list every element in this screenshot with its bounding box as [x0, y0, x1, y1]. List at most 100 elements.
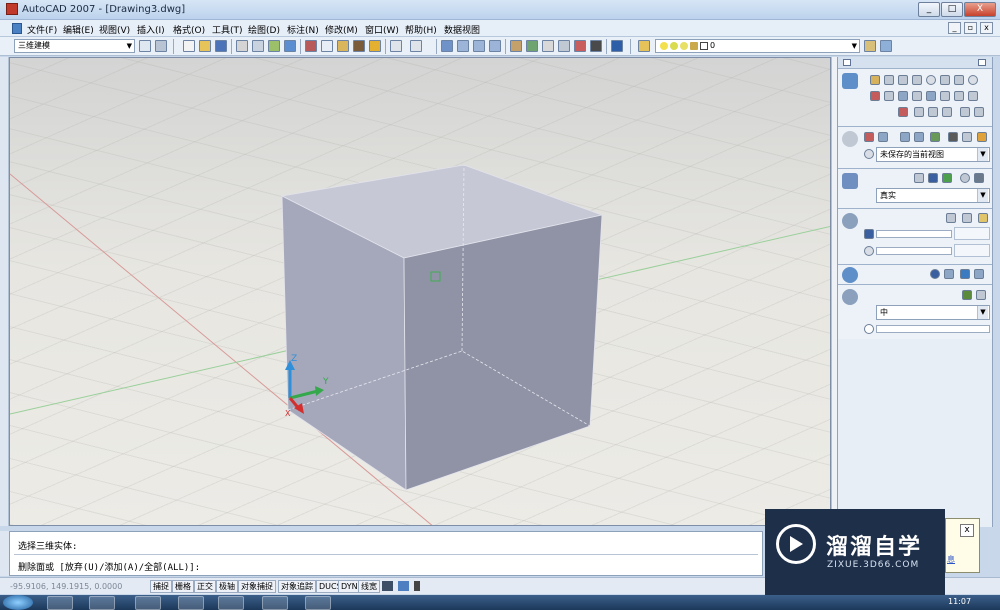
free-orbit-icon[interactable] — [914, 132, 924, 142]
interfere-icon[interactable] — [928, 107, 938, 117]
sphere-icon[interactable] — [926, 75, 936, 85]
copy-icon[interactable] — [321, 40, 333, 52]
lighting-icon[interactable] — [842, 213, 858, 229]
box-icon[interactable] — [870, 75, 880, 85]
palette-menu-icon[interactable] — [843, 59, 851, 66]
workspace-dropdown[interactable]: 三维建模 ▼ — [14, 39, 135, 53]
otrack-toggle[interactable]: 对象追踪 — [278, 580, 316, 593]
tool-palettes-icon[interactable] — [542, 40, 554, 52]
material-manager-icon[interactable] — [974, 269, 984, 279]
visual-style-manager-icon[interactable] — [974, 173, 984, 183]
3d-make-icon[interactable] — [842, 73, 858, 89]
command-prompt-line[interactable]: 删除面或 [放弃(U)/添加(A)/全部(ALL)]: — [18, 560, 200, 573]
save-icon[interactable] — [215, 40, 227, 52]
visual-styles-icon[interactable] — [842, 173, 858, 189]
taskbar-clock[interactable]: 11:07 — [948, 597, 971, 606]
layout-icon[interactable] — [398, 581, 409, 591]
doc-minimize-button[interactable]: _ — [948, 22, 961, 34]
section-plane-icon[interactable] — [898, 107, 908, 117]
properties-icon[interactable] — [510, 40, 522, 52]
coordinate-readout[interactable]: -95.9106, 149.1915, 0.0000 — [10, 582, 122, 591]
sweep-icon[interactable] — [912, 91, 922, 101]
hidden-icon[interactable] — [928, 173, 938, 183]
pan-3d-icon[interactable] — [864, 132, 874, 142]
status-tray-icon[interactable] — [414, 581, 420, 591]
3d-navigate-icon[interactable] — [842, 131, 858, 147]
camera-icon[interactable] — [948, 132, 958, 142]
grid-toggle[interactable]: 栅格 — [172, 580, 194, 593]
new-icon[interactable] — [183, 40, 195, 52]
taskbar-autocad-icon[interactable] — [262, 596, 288, 610]
pan-icon[interactable] — [441, 40, 453, 52]
snap-toggle[interactable]: 捕捉 — [150, 580, 172, 593]
loft-icon[interactable] — [926, 91, 936, 101]
doc-restore-button[interactable]: ▫ — [964, 22, 977, 34]
render-size-slider[interactable] — [876, 325, 990, 333]
cone-icon[interactable] — [912, 75, 922, 85]
torus-icon[interactable] — [968, 75, 978, 85]
menu-file[interactable]: 文件(F) — [27, 23, 57, 36]
drawing-viewport[interactable]: Z Y X — [9, 57, 831, 526]
subtract-icon[interactable] — [968, 91, 978, 101]
document-icon[interactable] — [12, 23, 22, 34]
menu-help[interactable]: 帮助(H) — [405, 23, 437, 36]
polar-toggle[interactable]: 极轴 — [216, 580, 238, 593]
ortho-toggle[interactable]: 正交 — [194, 580, 216, 593]
notification-balloon[interactable]: x 息 — [945, 518, 980, 573]
minimize-button[interactable]: _ — [918, 2, 940, 17]
render-icon[interactable] — [842, 289, 858, 305]
brightness-slider[interactable] — [876, 230, 952, 238]
zoom-3d-icon[interactable] — [878, 132, 888, 142]
autocad-app-icon[interactable] — [6, 3, 18, 15]
publish-icon[interactable] — [268, 40, 280, 52]
help-icon[interactable] — [611, 40, 623, 52]
layer-dropdown[interactable]: 0 ▼ — [655, 39, 860, 53]
taskbar-browser-icon[interactable] — [89, 596, 115, 610]
notification-link[interactable]: 息 — [947, 554, 955, 565]
design-center-icon[interactable] — [526, 40, 538, 52]
named-view-dropdown[interactable]: 未保存的当前视图 ▼ — [876, 147, 990, 162]
menu-draw[interactable]: 绘图(D) — [248, 23, 280, 36]
sun-properties-icon[interactable] — [962, 213, 972, 223]
render-settings-icon[interactable] — [864, 324, 874, 334]
radio-icon[interactable] — [864, 149, 874, 159]
flatshot-icon[interactable] — [974, 107, 984, 117]
layer-previous-icon[interactable] — [880, 40, 892, 52]
model-icon[interactable] — [382, 581, 393, 591]
palette-close-icon[interactable] — [978, 59, 986, 66]
pyramid-icon[interactable] — [898, 75, 908, 85]
menu-dimension[interactable]: 标注(N) — [287, 23, 319, 36]
markup-icon[interactable] — [574, 40, 586, 52]
redo-icon[interactable] — [410, 40, 422, 52]
walk-icon[interactable] — [930, 132, 940, 142]
undo-icon[interactable] — [390, 40, 402, 52]
lineweight-toggle[interactable]: 线宽 — [358, 580, 380, 593]
notification-close-button[interactable]: x — [960, 524, 974, 537]
imprint-icon[interactable] — [960, 107, 970, 117]
layer-manager-icon[interactable] — [638, 40, 650, 52]
command-window[interactable]: 选择三维实体: 删除面或 [放弃(U)/添加(A)/全部(ALL)]: — [9, 531, 763, 576]
orbit-icon[interactable] — [900, 132, 910, 142]
union-icon[interactable] — [954, 91, 964, 101]
cut-icon[interactable] — [305, 40, 317, 52]
thicken-icon[interactable] — [942, 107, 952, 117]
quickcalc-icon[interactable] — [590, 40, 602, 52]
3d-dwf-icon[interactable] — [284, 40, 296, 52]
wedge-icon[interactable] — [884, 75, 894, 85]
taskbar-chat-icon[interactable] — [178, 596, 204, 610]
render-button-icon[interactable] — [962, 290, 972, 300]
workspace-save-icon[interactable] — [155, 40, 167, 52]
match-properties-icon[interactable] — [353, 40, 365, 52]
extrude-icon[interactable] — [884, 91, 894, 101]
menu-data-view[interactable]: 数据视图 — [444, 23, 480, 36]
contrast-slider[interactable] — [876, 247, 952, 255]
print-icon[interactable] — [236, 40, 248, 52]
material-browser-icon[interactable] — [930, 269, 940, 279]
realistic-icon[interactable] — [942, 173, 952, 183]
view-manager-icon[interactable] — [962, 132, 972, 142]
zoom-window-icon[interactable] — [473, 40, 485, 52]
brightness-value-box[interactable] — [954, 227, 990, 240]
polysolid-icon[interactable] — [870, 91, 880, 101]
osnap-toggle[interactable]: 对象捕捉 — [238, 580, 276, 593]
menu-view[interactable]: 视图(V) — [99, 23, 130, 36]
